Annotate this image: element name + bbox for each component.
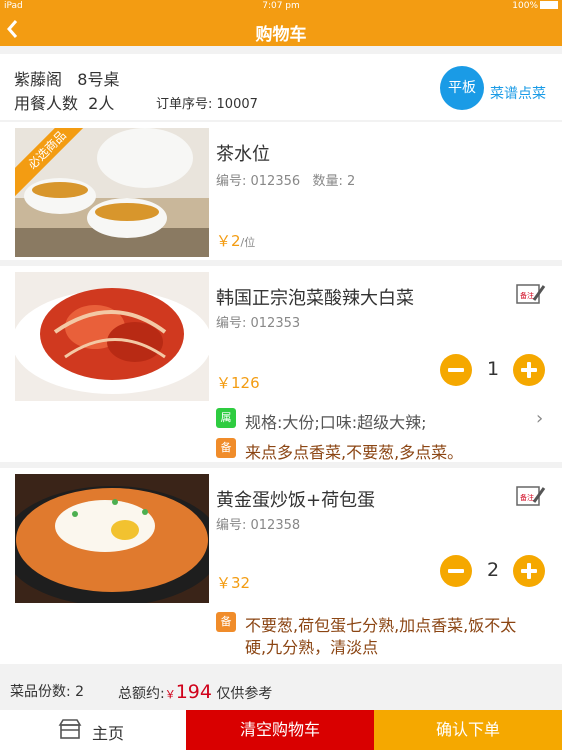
item-name: 黄金蛋炒饭+荷包蛋 — [216, 490, 376, 511]
item-attributes: 规格:大份;口味:超级大辣; — [245, 413, 427, 432]
cart-item: 韩国正宗泡菜酸辣大白菜 编号: 012353 备注 ￥126 1 属 规格:大份… — [0, 266, 562, 462]
decrease-button[interactable] — [440, 555, 472, 587]
confirm-order-button[interactable]: 确认下单 — [374, 710, 562, 750]
item-code: 编号: 012358 — [216, 518, 301, 533]
svg-text:备注: 备注 — [520, 493, 534, 502]
note-tag: 备 — [216, 612, 236, 632]
svg-text:备注: 备注 — [520, 291, 534, 300]
attribute-tag: 属 — [216, 408, 236, 428]
bottom-bar: 主页 清空购物车 确认下单 — [0, 710, 562, 750]
status-bar: iPad 7:07 pm 100% — [0, 0, 562, 14]
item-note: 来点多点香菜,不要葱,多点菜。 — [245, 443, 464, 462]
edit-note-icon[interactable]: 备注 — [516, 282, 546, 306]
item-note-line1: 不要葱,荷包蛋七分熟,加点香菜,饭不太 — [245, 616, 517, 635]
home-tab-label: 主页 — [92, 724, 125, 743]
order-number: 订单序号: 10007 — [156, 97, 258, 112]
item-name: 茶水位 — [216, 144, 270, 165]
kimchi-image — [15, 272, 209, 401]
minus-icon — [448, 368, 464, 372]
chevron-right-icon[interactable]: › — [536, 408, 543, 429]
diner-count: 用餐人数 2人 — [14, 94, 115, 113]
tea-image: 必选商品 — [15, 128, 209, 257]
edit-note-icon[interactable]: 备注 — [516, 484, 546, 508]
page-title: 购物车 — [255, 25, 307, 45]
table-name: 紫藤阁 8号桌 — [14, 70, 120, 89]
menu-order-link[interactable]: 菜谱点菜 — [490, 83, 546, 103]
item-price: ￥32 — [216, 574, 251, 592]
tablet-button[interactable]: 平板 — [440, 66, 484, 110]
quantity-value: 1 — [486, 358, 500, 380]
dish-count: 菜品份数: 2 — [10, 684, 85, 700]
total-amount: 总额约:￥194 仅供参考 — [118, 681, 273, 703]
item-price: ￥126 — [216, 374, 260, 392]
minus-icon — [448, 569, 464, 573]
item-note-line2: 硬,九分熟，清淡点 — [245, 638, 379, 657]
increase-button[interactable] — [513, 555, 545, 587]
note-tag: 备 — [216, 438, 236, 458]
item-price: ￥2/位 — [216, 232, 256, 250]
increase-button[interactable] — [513, 354, 545, 386]
cart-item: 黄金蛋炒饭+荷包蛋 编号: 012358 备注 ￥32 2 备 不要葱,荷包蛋七… — [0, 468, 562, 664]
battery-indicator: 100% — [512, 1, 558, 11]
clock: 7:07 pm — [262, 1, 300, 11]
fried-rice-image — [15, 474, 209, 603]
item-code: 编号: 012356 数量: 2 — [216, 174, 356, 189]
cart-item: 必选商品 茶水位 编号: 012356 数量: 2 ￥2/位 — [0, 122, 562, 260]
quantity-value: 2 — [486, 559, 500, 581]
cart-summary: 菜品份数: 2 总额约:￥194 仅供参考 — [0, 670, 562, 710]
battery-icon — [540, 1, 558, 9]
home-tab[interactable]: 主页 — [0, 710, 186, 750]
clear-cart-button[interactable]: 清空购物车 — [186, 710, 374, 750]
decrease-button[interactable] — [440, 354, 472, 386]
item-code: 编号: 012353 — [216, 316, 301, 331]
nav-bar: 购物车 — [0, 14, 562, 46]
store-icon — [58, 718, 82, 744]
item-name: 韩国正宗泡菜酸辣大白菜 — [216, 288, 414, 309]
